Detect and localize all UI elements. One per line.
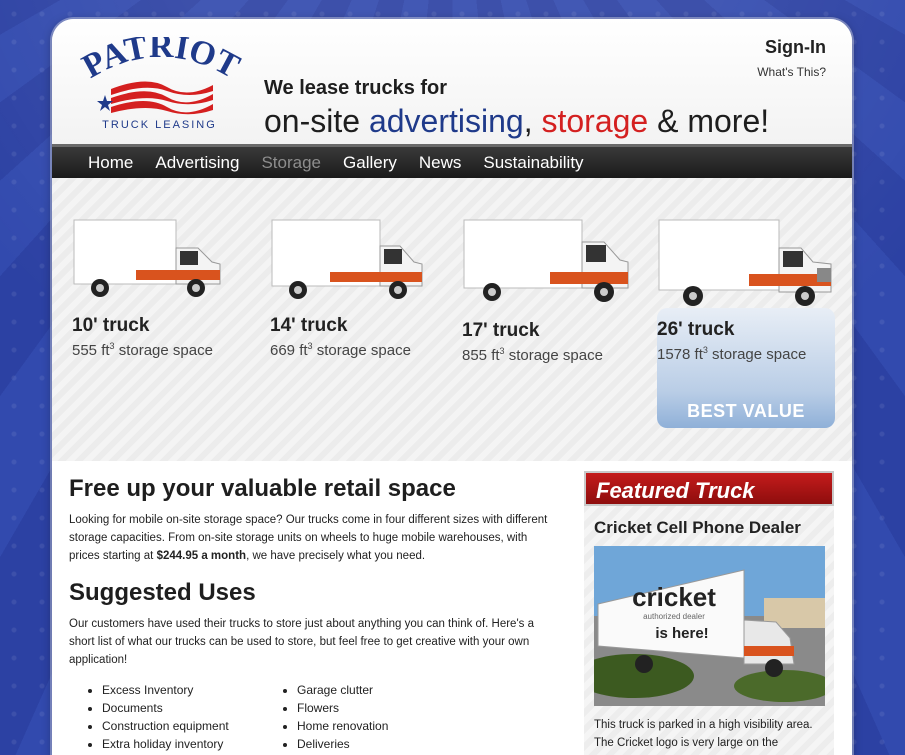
featured-truck-panel: Featured Truck Cricket Cell Phone Dealer… — [584, 471, 834, 755]
featured-description: This truck is parked in a high visibilit… — [594, 719, 813, 749]
tagline-part: & more! — [648, 103, 770, 139]
nav-item-advertising[interactable]: Advertising — [155, 153, 239, 173]
header: PATRIOT TRUCK LEASING We lease trucks fo… — [52, 19, 852, 144]
main-nav: Home Advertising Storage Gallery News Su… — [52, 144, 852, 178]
truck-26-icon — [658, 219, 832, 306]
nav-item-storage[interactable]: Storage — [261, 153, 321, 173]
truck-name: 10' truck — [72, 315, 150, 336]
suggested-uses-heading: Suggested Uses — [69, 579, 256, 606]
featured-title[interactable]: Cricket Cell Phone Dealer — [594, 518, 834, 538]
list-item: Construction equipment — [102, 717, 229, 735]
capacity-suffix: storage space — [312, 342, 411, 359]
whats-this-link[interactable]: What's This? — [757, 65, 826, 79]
intro-paragraph: Looking for mobile on-site storage space… — [69, 511, 559, 565]
truck-card-26[interactable]: 26' truck 1578 ft3 storage space — [657, 218, 832, 363]
truck-17-icon — [463, 219, 629, 302]
uses-list-1: Excess Inventory Documents Construction … — [102, 681, 229, 753]
list-item: Documents — [102, 699, 229, 717]
capacity-value: 669 ft — [270, 342, 308, 359]
capacity-value: 855 ft — [462, 347, 500, 364]
storage-intro: Free up your valuable retail space Looki… — [69, 475, 559, 669]
tagline-advertising: advertising — [368, 103, 524, 139]
nav-item-gallery[interactable]: Gallery — [343, 153, 397, 173]
truck-capacity: 855 ft3 storage space — [462, 346, 632, 364]
nav-item-news[interactable]: News — [419, 153, 462, 173]
truck-lineup: BEST VALUE 10' truck 555 ft3 storage spa… — [52, 178, 852, 461]
capacity-suffix: storage space — [707, 346, 807, 363]
list-item: Excess Inventory — [102, 681, 229, 699]
truck-card-17[interactable]: 17' truck 855 ft3 storage space — [462, 218, 632, 364]
capacity-suffix: storage space — [504, 347, 603, 364]
nav-item-home[interactable]: Home — [88, 153, 133, 173]
capacity-suffix: storage space — [114, 342, 213, 359]
sign-in-link[interactable]: Sign-In — [765, 37, 826, 58]
truck-10-icon — [73, 219, 221, 297]
list-item: Flowers — [297, 699, 388, 717]
cricket-logo-text: cricket — [632, 582, 716, 612]
list-item: Deliveries — [297, 735, 388, 753]
tagline-line1: We lease trucks for — [264, 77, 448, 99]
capacity-value: 555 ft — [72, 342, 110, 359]
tagline-line2: on-site advertising, storage & more! — [264, 103, 769, 140]
list-item: Extra holiday inventory — [102, 735, 229, 753]
truck-card-14[interactable]: 14' truck 669 ft3 storage space — [270, 218, 440, 359]
truck-name: 17' truck — [462, 320, 540, 341]
tagline-part: on-site — [264, 103, 369, 139]
featured-truck-photo: cricket authorized dealer is here! — [594, 546, 825, 706]
truck-capacity: 1578 ft3 storage space — [657, 345, 827, 363]
truck-name: 14' truck — [270, 315, 348, 336]
truck-capacity: 555 ft3 storage space — [72, 341, 242, 359]
featured-header: Featured Truck — [584, 471, 834, 506]
intro-text-end: , we have precisely what you need. — [246, 550, 426, 562]
uses-paragraph: Our customers have used their trucks to … — [69, 618, 534, 666]
page-title: Free up your valuable retail space — [69, 475, 456, 502]
nav-item-sustainability[interactable]: Sustainability — [483, 153, 583, 173]
main-content: Free up your valuable retail space Looki… — [52, 461, 852, 755]
tagline-part: , — [523, 103, 542, 139]
patriot-logo[interactable]: PATRIOT TRUCK LEASING — [77, 33, 244, 139]
capacity-value: 1578 ft — [657, 346, 703, 363]
flag-icon — [97, 81, 213, 115]
price-highlight: $244.95 a month — [156, 550, 247, 562]
truck-card-10[interactable]: 10' truck 555 ft3 storage space — [72, 218, 242, 359]
uses-list-2: Garage clutter Flowers Home renovation D… — [297, 681, 388, 753]
logo-subtitle: TRUCK LEASING — [102, 119, 217, 131]
cricket-sub-text: authorized dealer — [643, 612, 705, 621]
featured-image[interactable]: cricket authorized dealer is here! — [594, 546, 825, 706]
list-item: Garage clutter — [297, 681, 388, 699]
tagline-storage: storage — [541, 103, 649, 139]
best-value-badge: BEST VALUE — [687, 401, 805, 421]
truck-14-icon — [271, 219, 423, 299]
list-item: Home renovation — [297, 717, 388, 735]
truck-name: 26' truck — [657, 319, 735, 340]
truck-capacity: 669 ft3 storage space — [270, 341, 440, 359]
cricket-here-text: is here! — [655, 625, 708, 642]
page-container: PATRIOT TRUCK LEASING We lease trucks fo… — [52, 19, 852, 755]
